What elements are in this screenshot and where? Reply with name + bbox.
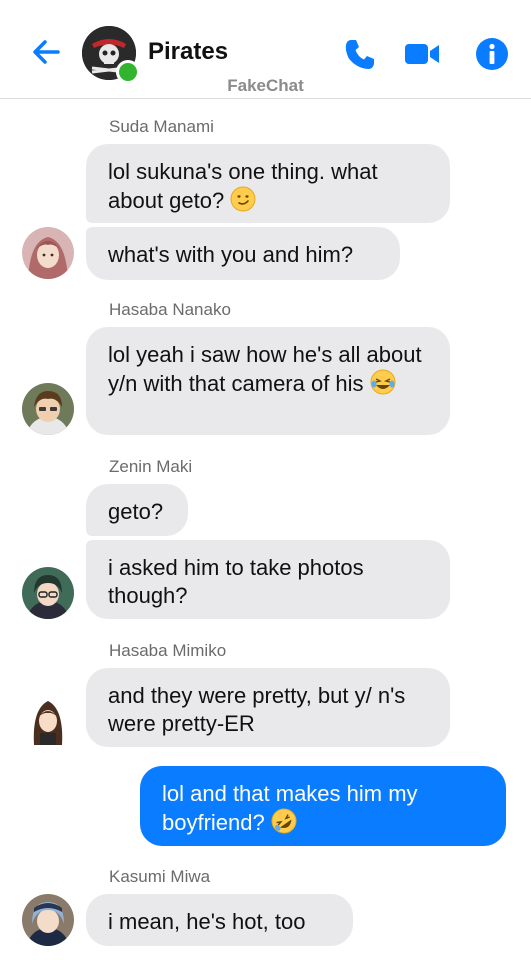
rofl-emoji-icon xyxy=(271,808,297,834)
back-arrow-icon[interactable] xyxy=(28,34,64,70)
message-bubble[interactable]: what's with you and him? xyxy=(86,227,400,280)
message-text: and they were pretty, but y/ n's were pr… xyxy=(108,683,406,736)
info-icon[interactable] xyxy=(474,36,510,72)
avatar[interactable] xyxy=(22,227,74,279)
message-bubble-outgoing[interactable]: lol and that makes him my boyfriend? xyxy=(140,766,506,846)
app-watermark: FakeChat xyxy=(227,76,304,95)
message-text: i asked him to take photos though? xyxy=(108,555,364,608)
sender-name: Suda Manami xyxy=(109,117,214,136)
video-call-icon[interactable] xyxy=(404,36,440,72)
message-bubble[interactable]: lol sukuna's one thing. what about geto? xyxy=(86,144,450,223)
avatar[interactable] xyxy=(22,695,74,747)
message-bubble[interactable]: geto? xyxy=(86,484,188,536)
chat-title: Pirates xyxy=(148,38,229,65)
message-bubble[interactable]: i mean, he's hot, too xyxy=(86,894,353,946)
smirk-emoji-icon xyxy=(230,186,256,212)
sender-name: Kasumi Miwa xyxy=(109,867,211,886)
sender-name: Hasaba Mimiko xyxy=(109,641,227,660)
laughing-tears-emoji-icon xyxy=(370,369,396,395)
message-bubble[interactable]: i asked him to take photos though? xyxy=(86,540,450,619)
message-text: what's with you and him? xyxy=(108,242,354,267)
message-text: i mean, he's hot, too xyxy=(108,909,306,934)
avatar[interactable] xyxy=(22,383,74,435)
chat-header: Pirates FakeChat xyxy=(0,0,531,99)
message-bubble[interactable]: and they were pretty, but y/ n's were pr… xyxy=(86,668,450,747)
sender-name: Zenin Maki xyxy=(109,457,193,476)
sender-name: Hasaba Nanako xyxy=(109,300,231,319)
phone-call-icon[interactable] xyxy=(342,36,378,72)
group-avatar[interactable] xyxy=(82,26,140,84)
avatar[interactable] xyxy=(22,567,74,619)
avatar[interactable] xyxy=(22,894,74,946)
message-text: geto? xyxy=(108,499,164,524)
message-bubble[interactable]: lol yeah i saw how he's all about y/n wi… xyxy=(86,327,450,435)
